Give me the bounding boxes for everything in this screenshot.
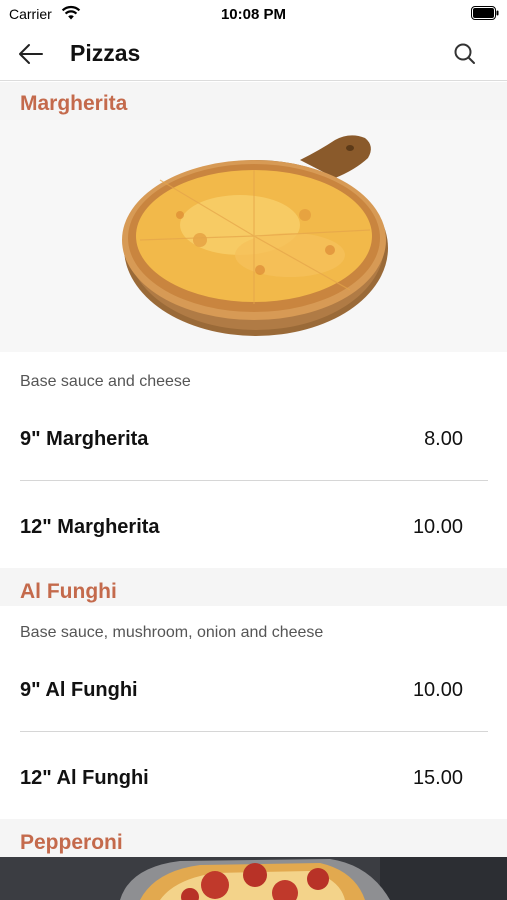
section-title: Pepperoni: [20, 831, 123, 854]
search-icon: [454, 43, 475, 64]
menu-item-row[interactable]: 12" Margherita 10.00: [0, 486, 507, 574]
back-button[interactable]: [14, 39, 48, 69]
search-button[interactable]: [451, 40, 479, 68]
item-price: 15.00: [412, 767, 463, 789]
section-title: Margherita: [20, 92, 128, 115]
section-header-al-funghi: Al Funghi: [0, 568, 507, 606]
row-divider: [20, 731, 488, 732]
pepperoni-image: [0, 857, 507, 900]
item-name: 9" Al Funghi: [20, 679, 138, 701]
item-price: 8.00: [424, 428, 463, 450]
section-title: Al Funghi: [20, 580, 117, 603]
nav-header: Pizzas: [0, 30, 507, 81]
menu-item-row[interactable]: 9" Al Funghi 10.00: [0, 649, 507, 737]
item-price: 10.00: [412, 679, 463, 701]
section-header-pepperoni: Pepperoni: [0, 819, 507, 857]
section-header-margherita: Margherita: [0, 82, 507, 120]
item-price: 10.00: [412, 516, 463, 538]
arrow-left-icon: [19, 44, 43, 64]
section-description: Base sauce, mushroom, onion and cheese: [20, 624, 324, 641]
item-name: 9" Margherita: [20, 428, 149, 450]
margherita-pizza-picture: [122, 135, 388, 336]
item-name: 12" Al Funghi: [20, 767, 149, 789]
status-bar: Carrier 10:08 PM: [0, 0, 507, 30]
margherita-image: [0, 120, 507, 352]
section-description: Base sauce and cheese: [20, 373, 191, 390]
item-name: 12" Margherita: [20, 516, 160, 538]
pepperoni-pizza-picture: [0, 857, 507, 900]
page-title: Pizzas: [70, 40, 141, 66]
menu-item-row[interactable]: 12" Al Funghi 15.00: [0, 737, 507, 825]
row-divider: [20, 480, 488, 481]
clock-label: 10:08 PM: [220, 6, 287, 23]
menu-item-row[interactable]: 9" Margherita 8.00: [0, 398, 507, 486]
battery-icon: [471, 6, 499, 20]
